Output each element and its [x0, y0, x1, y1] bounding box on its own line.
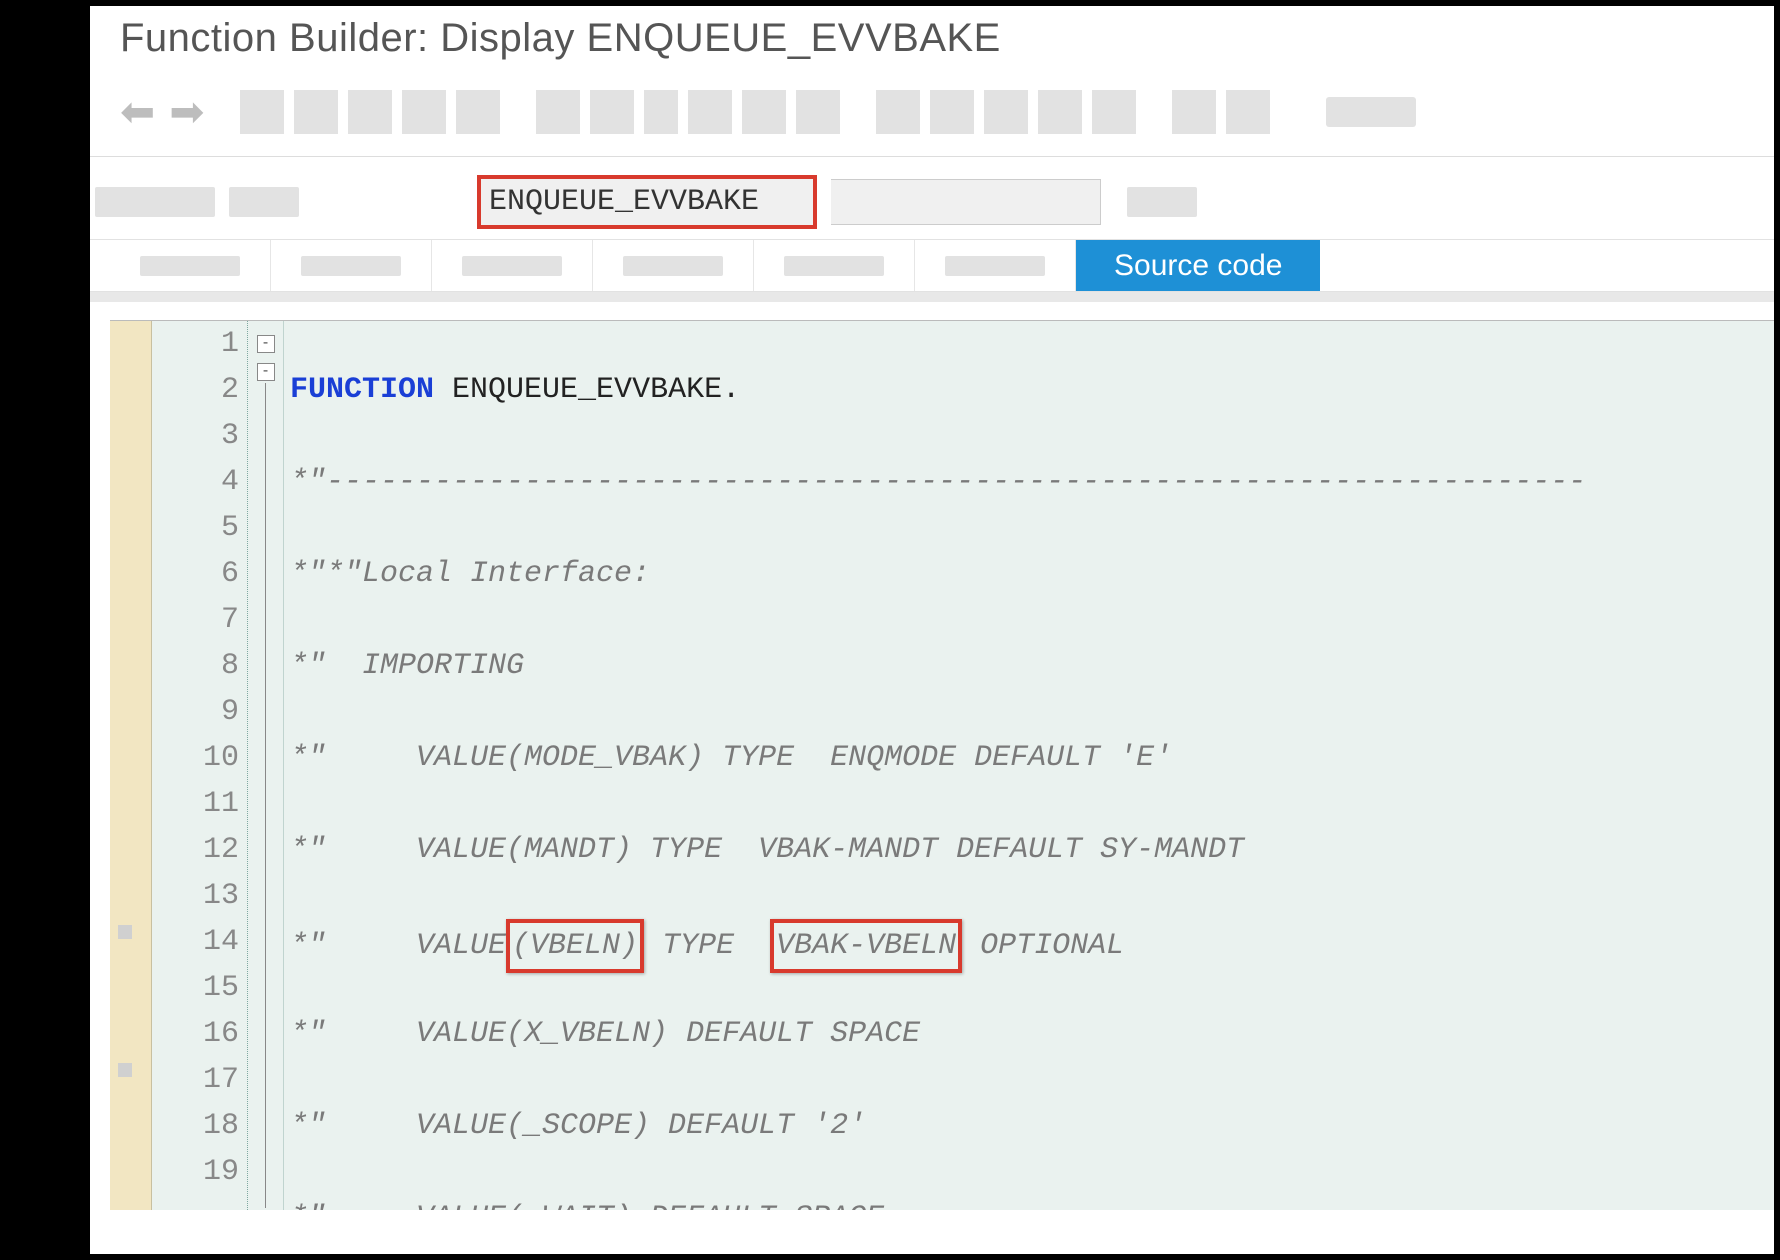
- window-frame: Function Builder: Display ENQUEUE_EVVBAK…: [0, 0, 1780, 1260]
- fold-guide-line: [265, 383, 266, 1208]
- content-area: Function Builder: Display ENQUEUE_EVVBAK…: [90, 6, 1774, 1254]
- toolbar-button[interactable]: [536, 90, 580, 134]
- toolbar-button[interactable]: [644, 90, 678, 134]
- code-comment: *"--------------------------------------…: [290, 459, 1774, 505]
- code-comment: *" VALUE(_SCOPE) DEFAULT '2': [290, 1103, 1774, 1149]
- code-comment: *" VALUE(MANDT) TYPE VBAK-MANDT DEFAULT …: [290, 827, 1774, 873]
- toolbar-group-3: [876, 90, 1136, 134]
- forward-arrow-icon[interactable]: ➡: [169, 87, 204, 136]
- toolbar-button-long[interactable]: [1326, 97, 1416, 127]
- modified-marker-icon: [118, 1063, 132, 1077]
- toolbar-button[interactable]: [930, 90, 974, 134]
- toolbar-button[interactable]: [402, 90, 446, 134]
- tab-placeholder[interactable]: [110, 240, 271, 291]
- line-number: 6: [152, 551, 239, 597]
- highlight-vbeln-param: (VBELN): [506, 919, 644, 973]
- toolbar-group-2: [536, 90, 840, 134]
- code-comment: *" VALUE(MODE_VBAK) TYPE ENQMODE DEFAULT…: [290, 735, 1774, 781]
- toolbar-group-4: [1172, 90, 1270, 134]
- line-number: 17: [152, 1057, 239, 1103]
- gutter-fold: - -: [248, 321, 284, 1210]
- line-number: 3: [152, 413, 239, 459]
- line-number: 14: [152, 919, 239, 965]
- label-placeholder: [229, 187, 299, 217]
- code-comment: *"*"Local Interface:: [290, 551, 1774, 597]
- toolbar-button[interactable]: [294, 90, 338, 134]
- tab-placeholder[interactable]: [593, 240, 754, 291]
- line-number: 4: [152, 459, 239, 505]
- toolbar-button[interactable]: [984, 90, 1028, 134]
- code-text-area[interactable]: FUNCTION ENQUEUE_EVVBAKE. *"------------…: [284, 321, 1774, 1210]
- function-name-row: ENQUEUE_EVVBAKE: [90, 157, 1774, 240]
- code-comment: *" VALUE(VBELN) TYPE VBAK-VBELN OPTIONAL: [290, 919, 1774, 965]
- tabs-bottom-strip: [90, 292, 1774, 302]
- code-comment: *" VALUE(X_VBELN) DEFAULT SPACE: [290, 1011, 1774, 1057]
- toolbar-button[interactable]: [1226, 90, 1270, 134]
- toolbar-button[interactable]: [688, 90, 732, 134]
- toolbar-button[interactable]: [1092, 90, 1136, 134]
- code-comment: *" VALUE(_WAIT) DEFAULT SPACE: [290, 1195, 1774, 1210]
- code-comment: *" IMPORTING: [290, 643, 1774, 689]
- line-number: 19: [152, 1149, 239, 1195]
- line-number: 1: [152, 321, 239, 367]
- function-module-name-input[interactable]: ENQUEUE_EVVBAKE: [477, 175, 817, 229]
- back-arrow-icon[interactable]: ⬅: [120, 87, 155, 136]
- gutter-line-numbers: 1 2 3 4 5 6 7 8 9 10 11 12 13 14 15 16 1…: [152, 321, 248, 1210]
- line-number: 15: [152, 965, 239, 1011]
- line-number: 13: [152, 873, 239, 919]
- line-number: 5: [152, 505, 239, 551]
- toolbar-button[interactable]: [796, 90, 840, 134]
- modified-marker-icon: [118, 925, 132, 939]
- line-number: 8: [152, 643, 239, 689]
- function-module-name-tail: [831, 179, 1101, 225]
- function-name-text: ENQUEUE_EVVBAKE: [434, 373, 722, 407]
- line-number: 11: [152, 781, 239, 827]
- line-number: 7: [152, 597, 239, 643]
- tab-placeholder[interactable]: [432, 240, 593, 291]
- gutter-status: [110, 321, 152, 1210]
- tab-placeholder[interactable]: [754, 240, 915, 291]
- tab-source-code[interactable]: Source code: [1076, 240, 1320, 291]
- toolbar-button[interactable]: [742, 90, 786, 134]
- line-number: 12: [152, 827, 239, 873]
- code-editor: 1 2 3 4 5 6 7 8 9 10 11 12 13 14 15 16 1…: [110, 320, 1774, 1210]
- line-number: 16: [152, 1011, 239, 1057]
- terminator: .: [722, 373, 740, 407]
- toolbar-button[interactable]: [456, 90, 500, 134]
- tabs-row: Source code: [90, 240, 1774, 292]
- line-number: 18: [152, 1103, 239, 1149]
- toolbar-button[interactable]: [590, 90, 634, 134]
- main-toolbar: ⬅ ➡: [90, 75, 1774, 157]
- tab-placeholder[interactable]: [271, 240, 432, 291]
- toolbar-button[interactable]: [1038, 90, 1082, 134]
- status-placeholder: [1127, 187, 1197, 217]
- line-number: 9: [152, 689, 239, 735]
- line-number: 10: [152, 735, 239, 781]
- left-black-margin: [6, 6, 90, 1254]
- toolbar-button[interactable]: [240, 90, 284, 134]
- fold-toggle-icon[interactable]: -: [257, 363, 275, 381]
- toolbar-button[interactable]: [876, 90, 920, 134]
- line-number: 2: [152, 367, 239, 413]
- highlight-vbeln-type: VBAK-VBELN: [770, 919, 962, 973]
- label-placeholder: [95, 187, 215, 217]
- page-title: Function Builder: Display ENQUEUE_EVVBAK…: [90, 6, 1774, 75]
- toolbar-button[interactable]: [348, 90, 392, 134]
- fold-toggle-icon[interactable]: -: [257, 335, 275, 353]
- keyword-function: FUNCTION: [290, 373, 434, 407]
- toolbar-group-1: [240, 90, 500, 134]
- toolbar-button[interactable]: [1172, 90, 1216, 134]
- tab-placeholder[interactable]: [915, 240, 1076, 291]
